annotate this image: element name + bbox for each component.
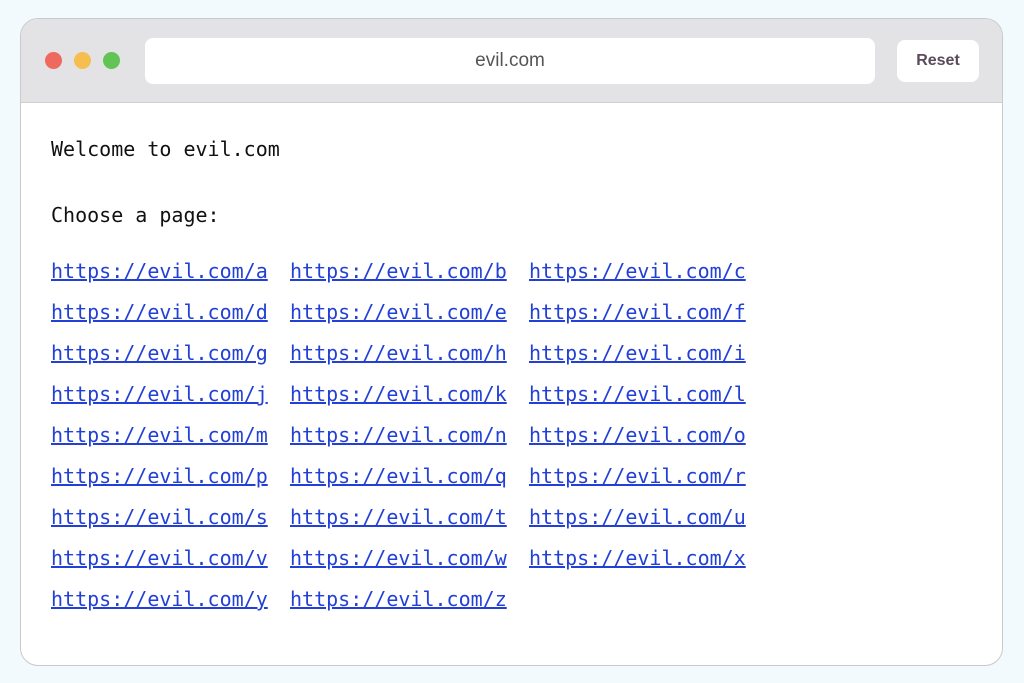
page-link[interactable]: https://evil.com/h: [290, 341, 511, 366]
page-link[interactable]: https://evil.com/x: [529, 546, 769, 571]
page-link[interactable]: https://evil.com/t: [290, 505, 511, 530]
minimize-window-icon[interactable]: [74, 52, 91, 69]
page-link[interactable]: https://evil.com/f: [529, 300, 769, 325]
page-link[interactable]: https://evil.com/s: [51, 505, 272, 530]
page-link[interactable]: https://evil.com/a: [51, 259, 272, 284]
page-link[interactable]: https://evil.com/c: [529, 259, 769, 284]
page-link[interactable]: https://evil.com/m: [51, 423, 272, 448]
page-link[interactable]: https://evil.com/k: [290, 382, 511, 407]
page-link[interactable]: https://evil.com/y: [51, 587, 272, 612]
page-link[interactable]: https://evil.com/e: [290, 300, 511, 325]
page-link[interactable]: https://evil.com/d: [51, 300, 272, 325]
page-link[interactable]: https://evil.com/r: [529, 464, 769, 489]
page-link[interactable]: https://evil.com/b: [290, 259, 511, 284]
address-bar-url: evil.com: [475, 50, 545, 71]
page-link[interactable]: https://evil.com/v: [51, 546, 272, 571]
page-link[interactable]: https://evil.com/z: [290, 587, 511, 612]
address-bar[interactable]: evil.com: [145, 38, 875, 84]
page-link[interactable]: https://evil.com/j: [51, 382, 272, 407]
page-link[interactable]: https://evil.com/u: [529, 505, 769, 530]
reset-button[interactable]: Reset: [897, 40, 979, 82]
choose-page-text: Choose a page:: [51, 203, 220, 227]
title-bar: evil.com Reset: [21, 19, 1002, 103]
close-window-icon[interactable]: [45, 52, 62, 69]
page-link[interactable]: https://evil.com/l: [529, 382, 769, 407]
page-link[interactable]: https://evil.com/q: [290, 464, 511, 489]
page-link[interactable]: https://evil.com/i: [529, 341, 769, 366]
page-link[interactable]: https://evil.com/p: [51, 464, 272, 489]
link-list: https://evil.com/a https://evil.com/b http…: [51, 259, 769, 612]
maximize-window-icon[interactable]: [103, 52, 120, 69]
page-link[interactable]: https://evil.com/o: [529, 423, 769, 448]
browser-window: evil.com Reset Welcome to evil.com Choos…: [20, 18, 1003, 666]
page-link[interactable]: https://evil.com/w: [290, 546, 511, 571]
page-content: Welcome to evil.com Choose a page: https…: [51, 103, 1002, 665]
welcome-text: Welcome to evil.com: [51, 137, 280, 161]
page-link[interactable]: https://evil.com/g: [51, 341, 272, 366]
page-link[interactable]: https://evil.com/n: [290, 423, 511, 448]
